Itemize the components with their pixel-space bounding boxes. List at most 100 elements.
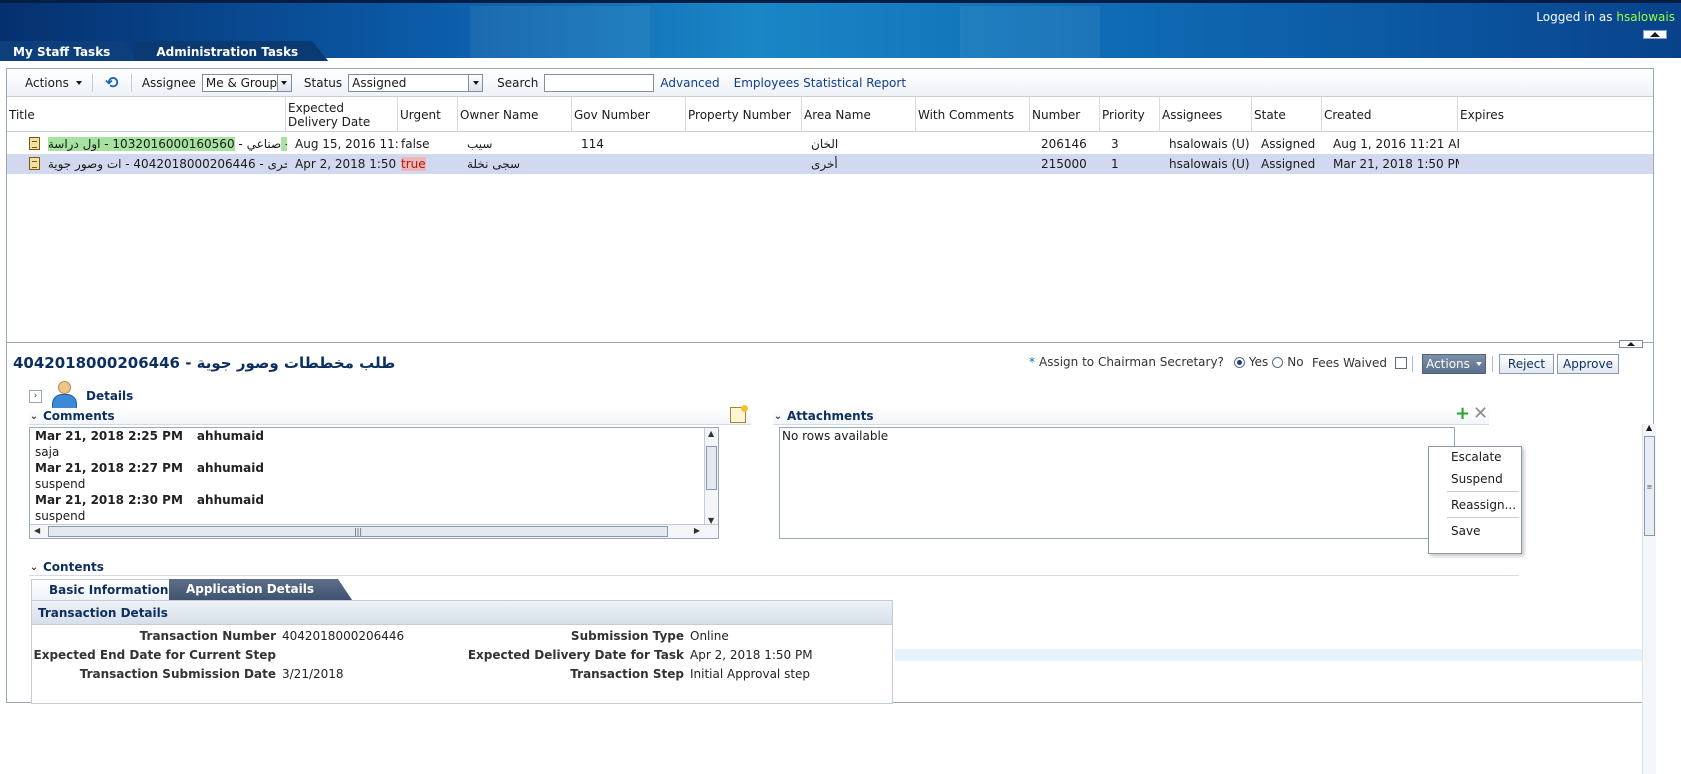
header-collapse-button[interactable] [1643, 30, 1667, 39]
assign-yes-radio[interactable] [1233, 356, 1245, 368]
cell-expires [1463, 134, 1653, 154]
employees-report-link[interactable]: Employees Statistical Report [734, 76, 906, 90]
field-label: Expected End Date for Current Step [33, 648, 277, 662]
cell-owner-name: سجى نخلة [467, 157, 521, 171]
chevron-up-icon [1627, 342, 1635, 346]
pane-splitter[interactable] [7, 342, 1653, 343]
scrollbar-thumb[interactable]: ||| [48, 526, 668, 537]
menu-item-reassign[interactable]: Reassign... [1451, 498, 1516, 512]
assign-no-label[interactable]: No [1287, 355, 1303, 369]
column-header-urgent[interactable]: Urgent [397, 97, 457, 132]
cell-created: Mar 21, 2018 1:50 PM [1333, 157, 1459, 171]
column-header-with-comments[interactable]: With Comments [915, 97, 1029, 132]
comment-date: Mar 21, 2018 2:27 PM [35, 461, 183, 475]
transaction-step-field: Transaction Step Initial Approval step [570, 667, 810, 681]
cell-priority: 1 [1111, 157, 1119, 171]
tab-my-staff-tasks[interactable]: My Staff Tasks [0, 41, 140, 61]
search-input[interactable] [544, 73, 655, 92]
contents-header[interactable]: ⌄ Contents [29, 559, 1519, 576]
cell-state: Assigned [1261, 157, 1316, 171]
scroll-up-icon[interactable]: ▲ [1646, 423, 1652, 432]
cell-assignees: hsalowais (U) [1169, 157, 1250, 171]
attachments-header[interactable]: ⌄ Attachments [773, 408, 1489, 425]
cell-area-name: أخرى [811, 157, 838, 171]
detail-vertical-scrollbar[interactable]: ▲ ≡ [1642, 423, 1656, 774]
field-label: Transaction Step [570, 667, 684, 681]
cell-expected-delivery: Aug 15, 2016 11:21 [295, 137, 399, 151]
comment-date: Mar 21, 2018 2:30 PM [35, 493, 183, 507]
status-select[interactable]: Assigned [348, 73, 484, 92]
toolbar-actions-label: Actions [25, 75, 69, 90]
expand-details-icon[interactable]: › [29, 389, 42, 403]
comments-header[interactable]: ⌄ Comments [29, 408, 751, 425]
background-band [895, 649, 1655, 661]
approve-button[interactable]: Approve [1557, 354, 1619, 374]
advanced-search-link[interactable]: Advanced [660, 76, 719, 90]
toolbar-actions-menu[interactable]: Actions [25, 76, 82, 90]
task-icon [29, 137, 40, 150]
scrollbar-thumb[interactable]: ≡ [1644, 436, 1655, 536]
cell-property-number [691, 154, 801, 174]
chevron-down-icon[interactable]: ⌄ [29, 411, 39, 422]
comments-vertical-scrollbar[interactable]: ▲ ▼ [704, 428, 718, 526]
column-header-area-name[interactable]: Area Name [801, 97, 915, 132]
column-header-state[interactable]: State [1251, 97, 1321, 132]
column-header-priority[interactable]: Priority [1099, 97, 1159, 132]
tab-administration-tasks[interactable]: Administration Tasks [134, 41, 328, 61]
scroll-left-icon[interactable]: ◀ [34, 526, 40, 535]
column-header-assignees[interactable]: Assignees [1159, 97, 1251, 132]
reject-button[interactable]: Reject [1499, 354, 1554, 374]
divider [1412, 356, 1413, 372]
list-item: Mar 21, 2018 2:27 PM ahhumaid suspend [30, 460, 718, 492]
delete-attachment-icon[interactable]: ✕ [1473, 405, 1488, 423]
column-header-expires[interactable]: Expires [1457, 97, 1653, 132]
cell-owner-name: سيب [467, 137, 493, 151]
toolbar-divider [130, 73, 132, 92]
dropdown-arrow-icon[interactable] [468, 74, 483, 91]
table-row[interactable]: أخرى - 4042018000206446 - ات وصور جوية A… [7, 154, 1653, 174]
fees-waived-checkbox[interactable] [1394, 357, 1407, 369]
list-item: Mar 21, 2018 2:30 PM ahhumaid suspend [30, 492, 718, 524]
cell-title[interactable]: صناعي - 1032016000160560 - اول دراسة - [25, 134, 287, 154]
menu-item-suspend[interactable]: Suspend [1451, 472, 1503, 486]
task-actions-button[interactable]: Actions [1422, 354, 1486, 374]
scroll-right-icon[interactable]: ▶ [694, 526, 700, 535]
assign-yes-label[interactable]: Yes [1249, 355, 1268, 369]
cell-property-number [691, 134, 801, 154]
assignee-select[interactable]: Me & Group [201, 73, 292, 92]
dropdown-arrow-icon[interactable] [276, 74, 291, 91]
logged-in-label: Logged in as [1536, 10, 1613, 24]
field-value: Online [690, 629, 729, 643]
comment-text: suspend [35, 508, 86, 523]
username-link[interactable]: hsalowais [1616, 10, 1675, 24]
contents-title: Contents [43, 560, 104, 574]
scrollbar-thumb[interactable] [706, 446, 717, 490]
column-header-owner-name[interactable]: Owner Name [457, 97, 571, 132]
title-prefix: صناعي [246, 137, 282, 151]
cell-title[interactable]: أخرى - 4042018000206446 - ات وصور جوية [25, 154, 287, 174]
task-title: طلب مخططات وصور جوية - 4042018000206446 [13, 354, 396, 372]
column-header-number[interactable]: Number [1029, 97, 1099, 132]
add-attachment-icon[interactable]: + [1455, 405, 1470, 423]
assign-chairman-question: * Assign to Chairman Secretary? Yes No [1029, 355, 1304, 369]
assign-no-radio[interactable] [1272, 356, 1284, 368]
menu-item-escalate[interactable]: Escalate [1451, 450, 1502, 464]
splitter-collapse-button[interactable] [1619, 340, 1643, 348]
menu-item-save[interactable]: Save [1451, 524, 1480, 538]
column-header-property-number[interactable]: Property Number [685, 97, 801, 132]
column-header-created[interactable]: Created [1321, 97, 1457, 132]
scroll-up-icon[interactable]: ▲ [708, 429, 714, 438]
comments-horizontal-scrollbar[interactable]: ◀ ||| ▶ [30, 524, 718, 538]
column-header-gov-number[interactable]: Gov Number [571, 97, 685, 132]
right-gutter [1654, 58, 1681, 755]
chevron-down-icon[interactable]: ⌄ [773, 411, 783, 422]
table-row[interactable]: صناعي - 1032016000160560 - اول دراسة - A… [7, 134, 1653, 154]
tab-application-details[interactable]: Application Details [169, 579, 352, 600]
column-header-title[interactable]: Title [7, 97, 285, 132]
field-label: Submission Type [570, 629, 684, 643]
refresh-icon[interactable]: ⟲ [103, 73, 121, 92]
chevron-down-icon[interactable]: ⌄ [29, 562, 39, 573]
comments-list[interactable]: Mar 21, 2018 2:25 PM ahhumaid saja Mar 21… [29, 427, 719, 539]
column-header-expected-delivery[interactable]: Expected Delivery Date [285, 97, 397, 132]
add-comment-icon[interactable] [730, 405, 748, 423]
